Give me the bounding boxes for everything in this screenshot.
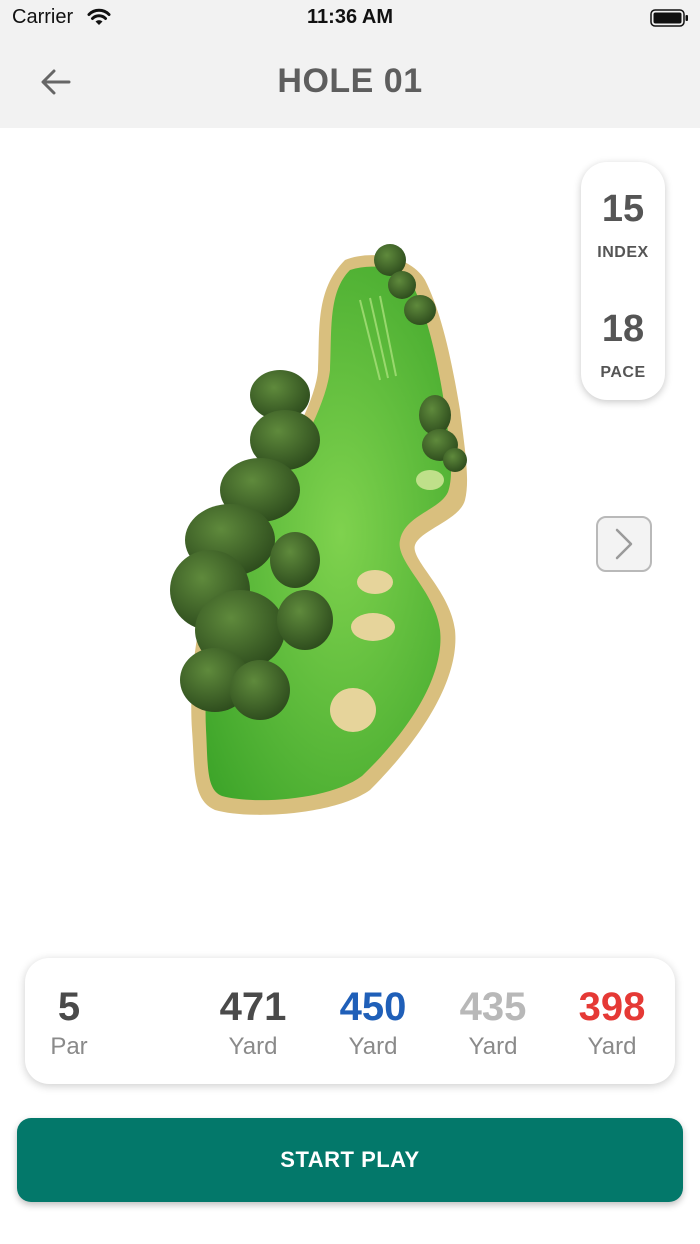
page-title: HOLE 01 — [277, 62, 423, 100]
hole-map — [170, 244, 468, 815]
start-play-button[interactable]: START PLAY — [17, 1118, 683, 1202]
index-label: INDEX — [597, 244, 649, 261]
start-play-label: START PLAY — [280, 1147, 420, 1172]
par-label: Par — [50, 1033, 88, 1060]
pace-value: 18 — [601, 308, 645, 350]
tee-yards-value: 398 — [578, 985, 646, 1029]
par-stat: 5 Par — [45, 986, 93, 1062]
battery-icon — [650, 9, 688, 27]
tee-stat-black: 471 Yard — [203, 986, 303, 1062]
tee-yards-value: 435 — [459, 985, 527, 1029]
yardage-card: 5 Par 471 Yard 450 Yard 435 Yard 398 Yar… — [25, 958, 675, 1084]
index-value: 15 — [601, 188, 645, 230]
tee-yards-value: 450 — [339, 985, 407, 1029]
par-value: 5 — [57, 985, 81, 1029]
pace-label: PACE — [600, 364, 646, 381]
hole-info-panel: 15 INDEX 18 PACE — [581, 162, 665, 400]
next-hole-button[interactable] — [596, 516, 652, 572]
tee-yards-label: Yard — [468, 1033, 518, 1060]
nav-bar: HOLE 01 — [0, 36, 700, 128]
tee-yards-label: Yard — [348, 1033, 398, 1060]
chevron-right-icon — [615, 528, 633, 560]
tee-yards-label: Yard — [587, 1033, 637, 1060]
tee-stat-white: 435 Yard — [443, 986, 543, 1062]
tee-yards-label: Yard — [228, 1033, 278, 1060]
tee-stat-blue: 450 Yard — [323, 986, 423, 1062]
tee-yards-value: 471 — [219, 985, 287, 1029]
status-bar: Carrier 11:36 AM — [0, 0, 700, 36]
tee-stat-red: 398 Yard — [562, 986, 662, 1062]
clock: 11:36 AM — [307, 6, 393, 28]
